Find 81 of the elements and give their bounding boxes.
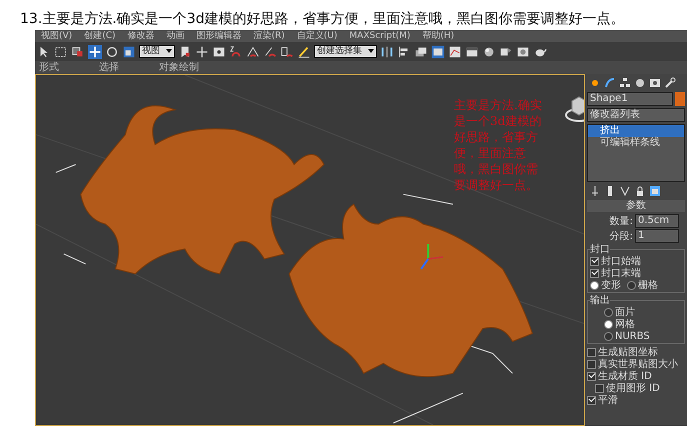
- radio-button[interactable]: [604, 308, 613, 316]
- display-icon[interactable]: [649, 77, 661, 89]
- modifier-stack-item[interactable]: 可编辑样条线: [588, 137, 684, 149]
- checkbox[interactable]: [587, 348, 596, 356]
- spinner-field[interactable]: 1: [635, 228, 679, 242]
- field-label: 数量:: [610, 214, 633, 228]
- menu-item[interactable]: 自定义(U): [296, 30, 338, 42]
- curve-icon[interactable]: [604, 77, 616, 89]
- config-icon[interactable]: [649, 185, 661, 197]
- menu-item[interactable]: MAXScript(M): [349, 30, 410, 42]
- field-label: 分段:: [610, 230, 633, 242]
- checkbox[interactable]: [587, 360, 596, 368]
- group-title: 输出: [590, 295, 610, 306]
- modifier-list-dropdown[interactable]: 修改器列表: [587, 108, 685, 122]
- scale-icon[interactable]: [122, 44, 136, 58]
- spinner-field[interactable]: 0.5cm: [635, 214, 679, 228]
- pin-icon[interactable]: [589, 185, 601, 197]
- graph-icon[interactable]: [448, 44, 462, 58]
- window-select-icon[interactable]: [71, 44, 85, 58]
- checkbox[interactable]: [590, 268, 599, 278]
- transform-gizmo-icon: [420, 243, 444, 270]
- checkbox-label: 真实世界贴图大小: [598, 358, 678, 370]
- ribbon-tab[interactable]: 对象绘制: [159, 62, 199, 74]
- angle-snap-icon[interactable]: [246, 44, 260, 58]
- rollout-title[interactable]: 参数: [587, 200, 685, 212]
- fork-icon[interactable]: [619, 185, 631, 197]
- checkbox[interactable]: [595, 384, 604, 392]
- selection-set-dropdown[interactable]: 创建选择集: [314, 45, 377, 58]
- checkbox[interactable]: [587, 396, 596, 404]
- checkbox-label: 封口始端: [601, 254, 641, 268]
- window-icon[interactable]: [465, 44, 479, 58]
- wrench-icon[interactable]: [664, 77, 676, 89]
- menu-item[interactable]: 修改器: [128, 30, 154, 42]
- object-name-field[interactable]: Shape1: [587, 92, 673, 106]
- layers-icon[interactable]: [414, 44, 428, 58]
- crosshair-icon[interactable]: [195, 44, 209, 58]
- radio-label: 网格: [615, 318, 635, 331]
- modifier-stack-item[interactable]: 挤出: [588, 125, 684, 137]
- menu-item[interactable]: 创建(C): [84, 30, 116, 42]
- radio-button[interactable]: [604, 320, 613, 328]
- checkbox[interactable]: [590, 256, 599, 266]
- color-swatch[interactable]: [675, 92, 685, 106]
- screen-icon[interactable]: [212, 44, 226, 58]
- radio-button[interactable]: [627, 280, 636, 290]
- checkbox-label: 封口末端: [601, 266, 641, 280]
- checkbox-label: 生成材质 ID: [598, 370, 652, 383]
- radio-button[interactable]: [604, 332, 613, 340]
- annotation-text: 主要是方法.确实是一个3d建模的好思路，省事方便，里面注意哦，黑白图你需要调整好一点。: [454, 97, 543, 193]
- render-frame-icon[interactable]: [516, 44, 530, 58]
- radio-label: 栅格: [638, 278, 658, 292]
- hierarchy-icon[interactable]: [619, 77, 631, 89]
- group-title: 封口: [590, 244, 610, 255]
- mirror-icon[interactable]: [380, 44, 394, 58]
- radio-button[interactable]: [590, 280, 599, 290]
- pencil-icon[interactable]: [297, 44, 311, 58]
- menu-item[interactable]: 帮助(H): [422, 30, 454, 42]
- lock-icon[interactable]: [634, 185, 646, 197]
- percent-snap-icon[interactable]: [263, 44, 277, 58]
- radio-label: 面片: [615, 306, 635, 318]
- caption-text: 13.主要是方法.确实是一个3d建模的好思路，省事方便，里面注意哦，黑白图你需要调整好一点。: [19, 10, 626, 29]
- menu-item[interactable]: 视图(V): [41, 30, 72, 42]
- snap-icon[interactable]: [229, 44, 243, 58]
- curve-editor-icon[interactable]: [431, 44, 445, 58]
- menu-item[interactable]: 动画: [166, 30, 184, 42]
- view-dropdown[interactable]: 视图: [139, 45, 175, 58]
- rectangle-select-icon[interactable]: [54, 44, 68, 58]
- sphere-icon[interactable]: [482, 44, 496, 58]
- sun-icon[interactable]: [589, 77, 601, 89]
- checkbox-label: 平滑: [598, 394, 618, 407]
- radio-label: NURBS: [615, 330, 650, 342]
- checkbox[interactable]: [587, 372, 596, 380]
- ribbon-tab[interactable]: 选择: [99, 62, 119, 74]
- checkbox-label: 使用图形 ID: [606, 382, 660, 395]
- rotate-icon[interactable]: [105, 44, 119, 58]
- checkbox-label: 生成贴图坐标: [598, 346, 658, 358]
- radio-label: 变形: [601, 278, 621, 292]
- spinner-snap-icon[interactable]: [280, 44, 294, 58]
- menu-item[interactable]: 渲染(R): [254, 30, 285, 42]
- menu-item[interactable]: 图形编辑器: [196, 30, 242, 42]
- move-icon[interactable]: [88, 44, 102, 58]
- ribbon-tab[interactable]: 形式: [39, 62, 59, 74]
